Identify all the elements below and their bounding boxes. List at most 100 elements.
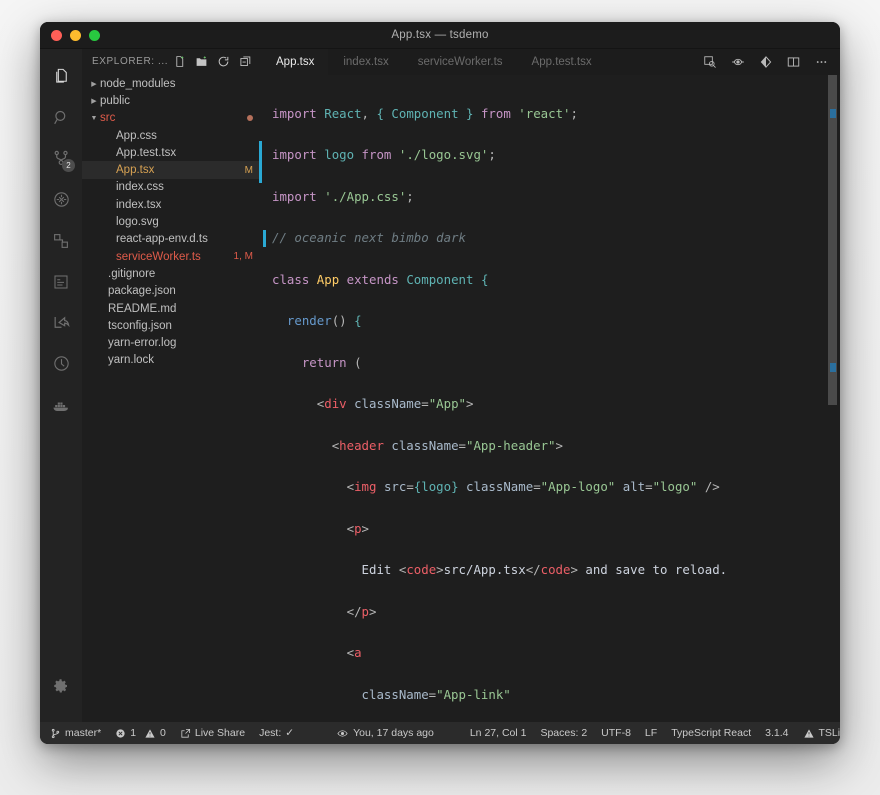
activity-item-todo[interactable] (40, 261, 82, 302)
tree-item-serviceworker-ts[interactable]: serviceWorker.ts 1, M (82, 248, 262, 265)
file-tree[interactable]: ▶ node_modules ▶ public ▼ src App.css App.test.… (82, 73, 262, 722)
tree-item-app-test-tsx[interactable]: App.test.tsx (82, 144, 262, 161)
split-editor-icon[interactable] (785, 54, 802, 71)
window-controls[interactable] (40, 29, 100, 41)
close-button[interactable] (51, 29, 62, 41)
share-icon (52, 313, 71, 332)
tree-item--gitignore[interactable]: .gitignore (82, 265, 262, 282)
activity-item-explorer[interactable] (40, 56, 82, 97)
gitlens-compare-icon[interactable] (757, 54, 774, 71)
status-eol[interactable]: LF (638, 727, 664, 739)
editor-tab-label: App.test.tsx (531, 56, 592, 68)
open-preview-icon[interactable] (701, 54, 718, 71)
tree-item-label: index.tsx (116, 198, 162, 211)
activity-item-timeline[interactable] (40, 343, 82, 384)
zoom-button[interactable] (89, 29, 100, 41)
code-line: </p> (346, 603, 377, 619)
editor-tab-app-tsx[interactable]: App.tsx (262, 49, 330, 75)
tree-item-decoration: M (244, 164, 253, 176)
tree-item-label: logo.svg (116, 216, 159, 229)
tree-item-label: yarn-error.log (108, 337, 177, 350)
status-tslint-label: TSLint (818, 727, 841, 739)
status-live-share[interactable]: Live Share (173, 727, 252, 739)
code-line: <header className="App-header"> (331, 437, 563, 453)
tree-item-index-css[interactable]: index.css (82, 179, 262, 196)
status-cursor-position[interactable]: Ln 27, Col 1 (463, 727, 534, 739)
status-typescript-version[interactable]: 3.1.4 (758, 727, 795, 739)
status-indentation[interactable]: Spaces: 2 (533, 727, 594, 739)
tree-item-index-tsx[interactable]: index.tsx (82, 196, 262, 213)
editor-tab-label: serviceWorker.ts (417, 56, 503, 68)
collapse-all-icon (239, 55, 252, 68)
more-actions-icon[interactable] (813, 54, 830, 71)
activity-item-live-share[interactable] (40, 302, 82, 343)
title-bar: App.tsx — tsdemo (40, 22, 840, 49)
new-folder-button[interactable] (190, 51, 212, 71)
activity-item-debug[interactable] (40, 179, 82, 220)
editor-tab-label: index.tsx (343, 56, 389, 68)
refresh-button[interactable] (212, 51, 234, 71)
watch-icon[interactable] (729, 54, 746, 71)
status-tslint[interactable]: TSLint (796, 727, 841, 739)
new-file-button[interactable] (168, 51, 190, 71)
code-line: import './App.css'; (272, 188, 414, 204)
editor-tabs[interactable]: App.tsx index.tsx serviceWorker.ts App.test… (262, 49, 701, 75)
new-folder-icon (195, 55, 208, 68)
tree-item-label: .gitignore (108, 267, 156, 280)
tree-item-src[interactable]: ▼ src (82, 110, 262, 127)
status-problems[interactable]: 1 0 (108, 727, 173, 739)
collapse-all-button[interactable] (234, 51, 256, 71)
activity-item-manage[interactable] (40, 665, 82, 706)
tree-item-logo-svg[interactable]: logo.svg (82, 213, 262, 230)
tree-item-label: src (100, 112, 116, 125)
live-share-icon (180, 728, 191, 739)
code-line: // oceanic next bimbo dark (263, 228, 840, 249)
tree-item-app-css[interactable]: App.css (82, 127, 262, 144)
tree-item-decoration: 1, M (233, 251, 253, 263)
tree-item-readme-md[interactable]: README.md (82, 300, 262, 317)
status-gitlens-blame[interactable]: You, 17 days ago (329, 727, 441, 739)
tree-item-app-tsx[interactable]: App.tsx M (82, 161, 262, 179)
clock-icon (52, 354, 71, 373)
window-title: App.tsx — tsdemo (391, 29, 489, 41)
git-modified-marker (263, 230, 266, 248)
editor-tab-index-tsx[interactable]: index.tsx (329, 49, 404, 75)
activity-item-docker[interactable] (40, 384, 82, 425)
search-icon (52, 108, 71, 127)
tree-item-package-json[interactable]: package.json (82, 283, 262, 300)
editor-tab-app-test-tsx[interactable]: App.test.tsx (518, 49, 607, 75)
window-body: 2 EXPLORER: ... ▶ node_modules ▶ public … (40, 49, 840, 722)
tree-item-tsconfig-json[interactable]: tsconfig.json (82, 317, 262, 334)
status-branch[interactable]: master* (48, 727, 108, 739)
editor-tab-serviceworker-ts[interactable]: serviceWorker.ts (404, 49, 518, 75)
activity-item-extensions[interactable] (40, 220, 82, 261)
chevron-right-icon: ▶ (91, 80, 97, 88)
tree-item-node-modules[interactable]: ▶ node_modules (82, 75, 262, 92)
docker-icon (51, 395, 71, 415)
status-branch-label: master* (65, 727, 102, 739)
activity-item-search[interactable] (40, 97, 82, 138)
editor-scrollbar-thumb[interactable] (828, 75, 837, 405)
git-branch-icon (50, 728, 61, 739)
tree-item-label: index.css (116, 181, 164, 194)
tree-item-label: App.test.tsx (116, 146, 177, 159)
editor-overview-ruler[interactable] (826, 75, 840, 722)
tree-item-label: tsconfig.json (108, 319, 172, 332)
tree-item-public[interactable]: ▶ public (82, 92, 262, 109)
tree-item-label: public (100, 94, 131, 107)
code-editor[interactable]: import React, { Component } from 'react'… (262, 75, 840, 722)
status-blame-label: You, 17 days ago (353, 727, 434, 739)
tree-item-yarn-lock[interactable]: yarn.lock (82, 352, 262, 369)
status-language-mode[interactable]: TypeScript React (664, 727, 758, 739)
tree-item-yarn-error-log[interactable]: yarn-error.log (82, 334, 262, 351)
activity-item-source-control[interactable]: 2 (40, 138, 82, 179)
tree-item-react-app-env-d-ts[interactable]: react-app-env.d.ts (82, 231, 262, 248)
tree-item-label: package.json (108, 285, 176, 298)
new-file-icon (173, 55, 186, 68)
status-tsversion-label: 3.1.4 (765, 727, 789, 739)
code-line: import React, { Component } from 'react'… (272, 105, 578, 121)
minimize-button[interactable] (70, 29, 81, 41)
tree-item-label: yarn.lock (108, 354, 155, 367)
status-encoding[interactable]: UTF-8 (594, 727, 638, 739)
status-jest[interactable]: Jest: ✓ (252, 727, 301, 739)
